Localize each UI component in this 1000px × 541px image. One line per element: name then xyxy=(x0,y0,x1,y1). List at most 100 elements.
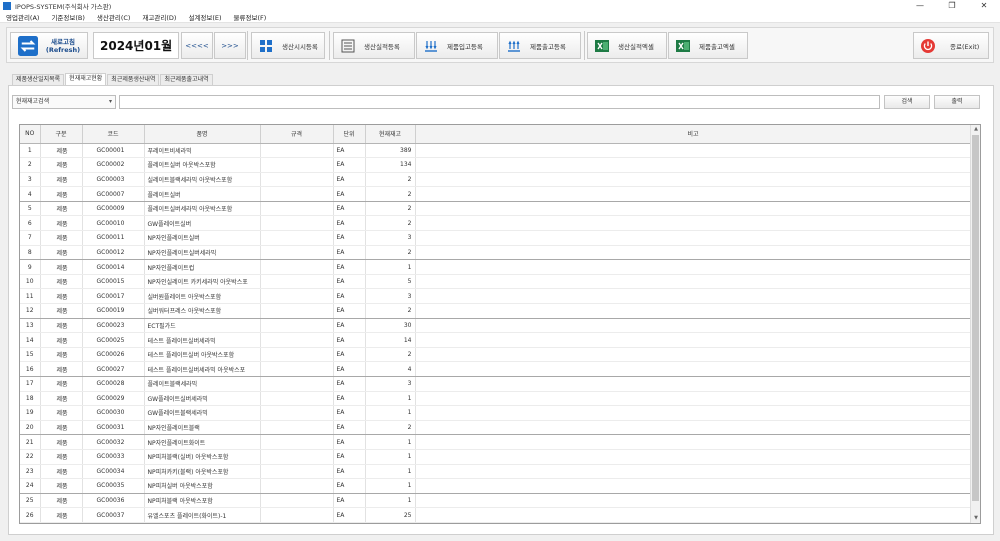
cell-no[interactable]: 25 xyxy=(20,493,41,509)
cell-unit[interactable]: EA xyxy=(333,303,366,319)
cell-note[interactable] xyxy=(415,215,972,232)
cell-stock[interactable]: 1 xyxy=(365,259,416,275)
cell-stock[interactable]: 3 xyxy=(365,376,416,392)
cell-no[interactable]: 6 xyxy=(20,215,41,232)
cell-stock[interactable]: 3 xyxy=(365,288,416,305)
table-row[interactable]: 9 제품 GC00014 NP자인플레이트컵 EA 1 xyxy=(20,259,972,275)
cell-name[interactable]: NP자인플레이트실버세라믹 xyxy=(144,245,261,261)
cell-type[interactable]: 제품 xyxy=(40,464,83,480)
col-no[interactable]: NO xyxy=(20,125,41,144)
cell-name[interactable]: NP자인플레이트실버 xyxy=(144,230,261,246)
cell-spec[interactable] xyxy=(260,449,334,465)
cell-note[interactable] xyxy=(415,405,972,421)
cell-code[interactable]: GC00011 xyxy=(82,230,145,246)
table-row[interactable]: 1 제품 GC00001 푸레이트비세라믹 EA 389 xyxy=(20,143,972,159)
table-row[interactable]: 18 제품 GC00029 GW플레이트실버세라믹 EA 1 xyxy=(20,391,972,407)
cell-name[interactable]: NP피처블랙(실버) 아웃박스포함 xyxy=(144,449,261,465)
table-row[interactable]: 10 제품 GC00015 NP자인실레이트 카키세라믹 아웃박스포 EA 5 xyxy=(20,274,972,290)
cell-unit[interactable]: EA xyxy=(333,376,366,392)
cell-no[interactable]: 5 xyxy=(20,201,41,217)
table-row[interactable]: 23 제품 GC00034 NP피처카키(블랙) 아웃박스포함 EA 1 xyxy=(20,464,972,480)
table-row[interactable]: 21 제품 GC00032 NP자인플레이트화이트 EA 1 xyxy=(20,434,972,450)
close-button[interactable]: ✕ xyxy=(968,0,1000,12)
search-input[interactable] xyxy=(119,95,880,109)
cell-unit[interactable]: EA xyxy=(333,318,366,334)
menu-master-data[interactable]: 기준정보(B) xyxy=(51,12,84,22)
scroll-down-icon[interactable]: ▼ xyxy=(971,514,980,523)
cell-unit[interactable]: EA xyxy=(333,245,366,261)
cell-note[interactable] xyxy=(415,347,972,363)
cell-code[interactable]: GC00028 xyxy=(82,376,145,392)
cell-type[interactable]: 제품 xyxy=(40,434,83,450)
cell-type[interactable]: 제품 xyxy=(40,157,83,173)
cell-code[interactable]: GC00032 xyxy=(82,434,145,450)
cell-stock[interactable]: 5 xyxy=(365,274,416,290)
cell-type[interactable]: 제품 xyxy=(40,143,83,159)
cell-note[interactable] xyxy=(415,391,972,407)
cell-unit[interactable]: EA xyxy=(333,172,366,188)
cell-stock[interactable]: 14 xyxy=(365,332,416,348)
table-row[interactable]: 15 제품 GC00026 테스트 플레이트실버 아웃박스포함 EA 2 xyxy=(20,347,972,363)
cell-name[interactable]: NP자인플레이트블랙 xyxy=(144,420,261,436)
cell-name[interactable]: 플레이트실버세라믹 아웃박스포함 xyxy=(144,201,261,217)
cell-type[interactable]: 제품 xyxy=(40,259,83,275)
cell-code[interactable]: GC00036 xyxy=(82,493,145,509)
cell-stock[interactable]: 2 xyxy=(365,201,416,217)
table-row[interactable]: 2 제품 GC00002 플레이트실버 아웃박스포함 EA 134 xyxy=(20,157,972,173)
col-name[interactable]: 품명 xyxy=(144,125,261,144)
cell-no[interactable]: 14 xyxy=(20,332,41,348)
cell-type[interactable]: 제품 xyxy=(40,420,83,436)
cell-spec[interactable] xyxy=(260,201,334,217)
cell-name[interactable]: 테스트 플레이트실버 아웃박스포함 xyxy=(144,347,261,363)
cell-unit[interactable]: EA xyxy=(333,332,366,348)
cell-name[interactable]: NP피처블랙 아웃박스포함 xyxy=(144,493,261,509)
cell-unit[interactable]: EA xyxy=(333,420,366,436)
table-row[interactable]: 17 제품 GC00028 플레이트블랙세라믹 EA 3 xyxy=(20,376,972,392)
cell-note[interactable] xyxy=(415,172,972,188)
cell-code[interactable]: GC00009 xyxy=(82,201,145,217)
cell-stock[interactable]: 2 xyxy=(365,420,416,436)
cell-type[interactable]: 제품 xyxy=(40,376,83,392)
cell-code[interactable]: GC00027 xyxy=(82,361,145,377)
cell-no[interactable]: 22 xyxy=(20,449,41,465)
cell-no[interactable]: 24 xyxy=(20,478,41,494)
product-inbound-button[interactable]: 제품입고등록 xyxy=(416,32,498,59)
cell-note[interactable] xyxy=(415,288,972,305)
scroll-up-icon[interactable]: ▲ xyxy=(971,125,980,134)
production-excel-button[interactable]: 생산실적엑셀 xyxy=(587,32,667,59)
cell-no[interactable]: 3 xyxy=(20,172,41,188)
outbound-excel-button[interactable]: 제품출고엑셀 xyxy=(668,32,748,59)
cell-stock[interactable]: 2 xyxy=(365,172,416,188)
cell-spec[interactable] xyxy=(260,376,334,392)
menu-design[interactable]: 설계정보(E) xyxy=(188,12,221,22)
cell-code[interactable]: GC00007 xyxy=(82,186,145,202)
cell-unit[interactable]: EA xyxy=(333,507,366,523)
cell-name[interactable]: 실레이트블랙세라믹 아웃박스포함 xyxy=(144,172,261,188)
cell-note[interactable] xyxy=(415,507,972,523)
prev-month-button[interactable]: <<<< xyxy=(181,32,213,59)
scroll-thumb[interactable] xyxy=(972,135,979,501)
cell-spec[interactable] xyxy=(260,215,334,232)
col-code[interactable]: 코드 xyxy=(82,125,145,144)
cell-code[interactable]: GC00029 xyxy=(82,391,145,407)
cell-stock[interactable]: 389 xyxy=(365,143,416,159)
cell-spec[interactable] xyxy=(260,420,334,436)
cell-code[interactable]: GC00002 xyxy=(82,157,145,173)
table-row[interactable]: 5 제품 GC00009 플레이트실버세라믹 아웃박스포함 EA 2 xyxy=(20,201,972,217)
table-row[interactable]: 12 제품 GC00019 실버워터프레스 아웃박스포함 EA 2 xyxy=(20,303,972,319)
cell-unit[interactable]: EA xyxy=(333,157,366,173)
cell-code[interactable]: GC00015 xyxy=(82,274,145,290)
cell-unit[interactable]: EA xyxy=(333,361,366,377)
cell-unit[interactable]: EA xyxy=(333,347,366,363)
cell-type[interactable]: 제품 xyxy=(40,303,83,319)
cell-no[interactable]: 7 xyxy=(20,230,41,246)
cell-type[interactable]: 제품 xyxy=(40,332,83,348)
table-row[interactable]: 22 제품 GC00033 NP피처블랙(실버) 아웃박스포함 EA 1 xyxy=(20,449,972,465)
cell-spec[interactable] xyxy=(260,391,334,407)
cell-note[interactable] xyxy=(415,493,972,509)
cell-unit[interactable]: EA xyxy=(333,288,366,305)
cell-stock[interactable]: 1 xyxy=(365,391,416,407)
col-spec[interactable]: 규격 xyxy=(260,125,334,144)
cell-stock[interactable]: 1 xyxy=(365,449,416,465)
cell-spec[interactable] xyxy=(260,157,334,173)
